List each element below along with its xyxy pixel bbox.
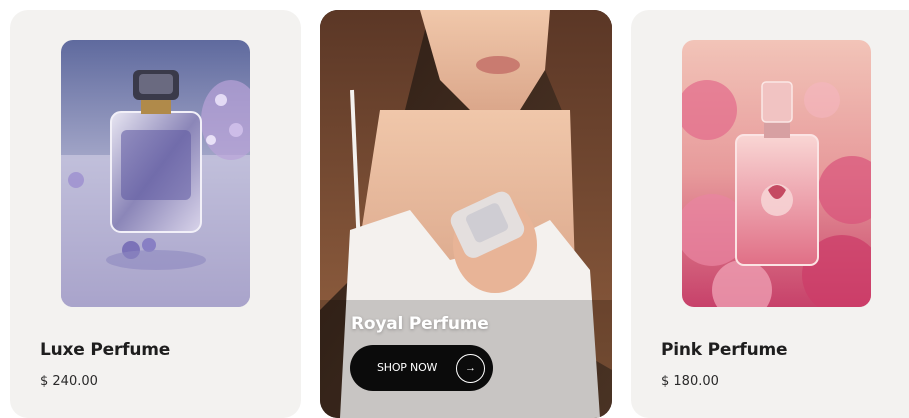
product-price: $ 240.00 xyxy=(40,374,98,389)
product-card-pink[interactable]: Pink Perfume $ 180.00 xyxy=(631,10,909,418)
product-price: $ 180.00 xyxy=(661,374,719,389)
shop-now-button[interactable]: SHOP NOW → xyxy=(350,345,493,391)
product-card-royal[interactable]: Royal Perfume SHOP NOW → xyxy=(320,10,612,418)
luxe-perfume-image[interactable] xyxy=(61,40,250,307)
shop-now-label: SHOP NOW xyxy=(377,361,438,374)
arrow-right-icon: → xyxy=(456,354,485,383)
product-title[interactable]: Pink Perfume xyxy=(661,340,788,360)
product-title[interactable]: Luxe Perfume xyxy=(40,340,170,360)
product-title[interactable]: Royal Perfume xyxy=(351,314,489,334)
pink-perfume-image[interactable] xyxy=(682,40,871,307)
product-card-luxe[interactable]: Luxe Perfume $ 240.00 xyxy=(10,10,301,418)
